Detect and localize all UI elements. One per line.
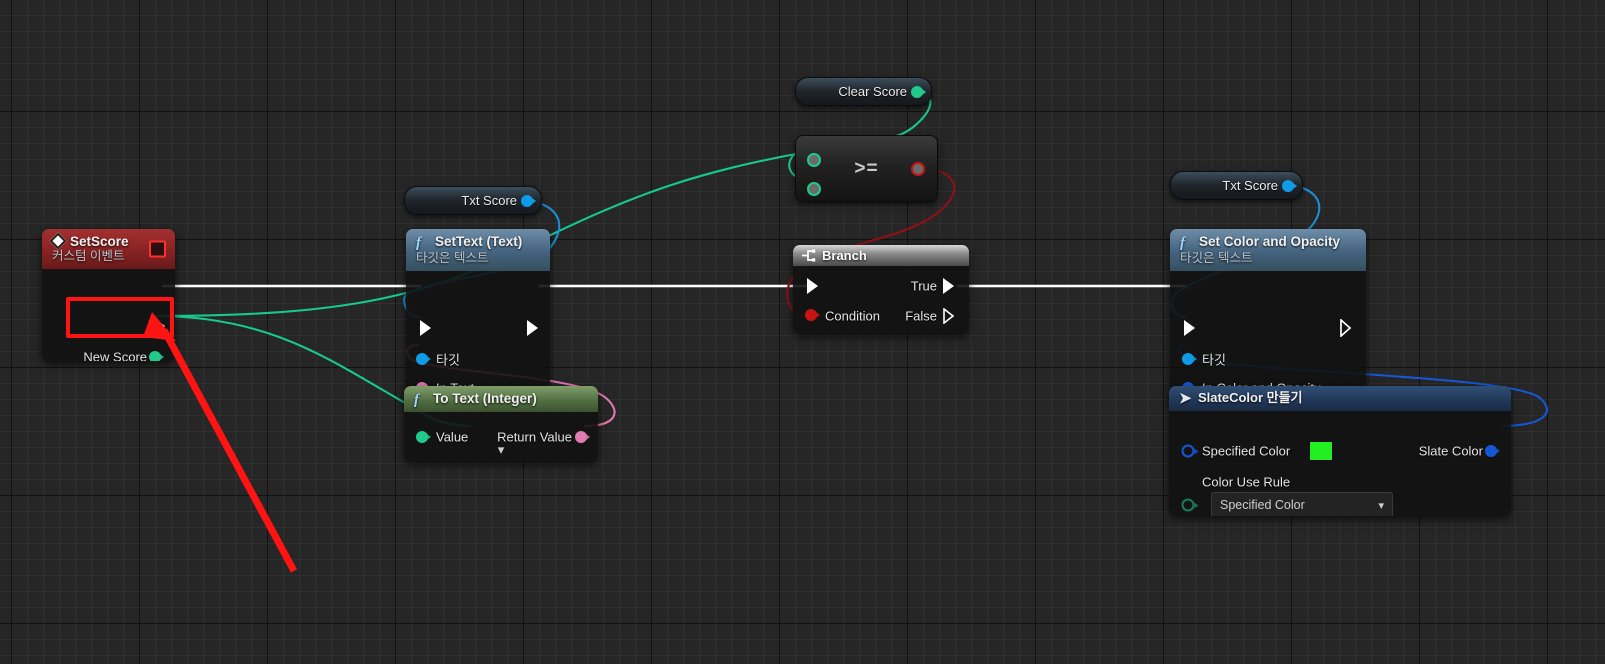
blueprint-graph-canvas[interactable]: SetScore 커스텀 이벤트 New Score Txt Score f Se… — [0, 0, 1605, 664]
annotation-arrow — [143, 312, 298, 573]
